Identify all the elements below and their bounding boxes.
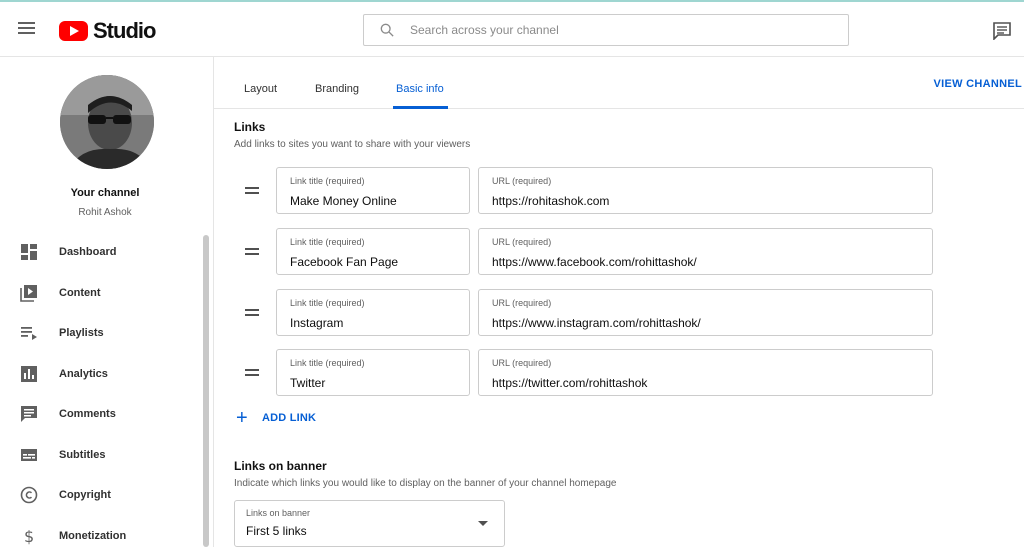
drag-handle-icon[interactable] bbox=[245, 187, 259, 195]
content-icon bbox=[20, 285, 37, 302]
links-on-banner-select[interactable]: Links on banner First 5 links bbox=[234, 500, 505, 547]
sidebar: Your channel Rohit Ashok Dashboard Conte… bbox=[0, 57, 214, 547]
link-url-value: https://www.facebook.com/rohittashok/ bbox=[492, 255, 697, 269]
link-title-value: Twitter bbox=[290, 376, 326, 390]
banner-section-title: Links on banner bbox=[234, 459, 327, 473]
tab-branding[interactable]: Branding bbox=[315, 83, 359, 95]
link-url-value: https://twitter.com/rohittashok bbox=[492, 376, 648, 390]
avatar[interactable] bbox=[60, 75, 154, 169]
sidebar-item-label: Copyright bbox=[59, 489, 111, 501]
link-title-field[interactable]: Link title (required) Twitter bbox=[276, 349, 470, 396]
link-title-field[interactable]: Link title (required) Make Money Online bbox=[276, 167, 470, 214]
search-icon bbox=[380, 23, 394, 37]
search-box[interactable] bbox=[363, 14, 849, 46]
link-title-field[interactable]: Link title (required) Facebook Fan Page bbox=[276, 228, 470, 275]
link-url-field[interactable]: URL (required) https://www.instagram.com… bbox=[478, 289, 933, 336]
sidebar-item-copyright[interactable]: Copyright bbox=[0, 479, 200, 511]
active-tab-indicator bbox=[393, 106, 448, 109]
sidebar-item-label: Dashboard bbox=[59, 246, 117, 258]
field-label: Link title (required) bbox=[290, 237, 365, 247]
search-input[interactable] bbox=[410, 15, 830, 45]
link-url-field[interactable]: URL (required) https://rohitashok.com bbox=[478, 167, 933, 214]
link-url-value: https://rohitashok.com bbox=[492, 194, 610, 208]
links-section-description: Add links to sites you want to share wit… bbox=[234, 139, 471, 150]
svg-text:$: $ bbox=[24, 527, 34, 545]
links-section-title: Links bbox=[234, 120, 266, 134]
link-title-value: Facebook Fan Page bbox=[290, 255, 399, 269]
link-title-value: Instagram bbox=[290, 316, 344, 330]
dropdown-arrow-icon bbox=[478, 521, 488, 526]
add-link-button[interactable]: + ADD LINK bbox=[236, 407, 317, 429]
link-url-field[interactable]: URL (required) https://www.facebook.com/… bbox=[478, 228, 933, 275]
view-channel-button[interactable]: VIEW CHANNEL bbox=[933, 78, 1022, 90]
sidebar-item-label: Subtitles bbox=[59, 449, 106, 461]
sidebar-item-label: Playlists bbox=[59, 327, 104, 339]
tab-bar: Layout Branding Basic info bbox=[214, 57, 1024, 109]
drag-handle-icon[interactable] bbox=[245, 309, 259, 317]
channel-title: Your channel bbox=[70, 187, 140, 199]
add-link-label: ADD LINK bbox=[262, 412, 317, 424]
drag-handle-icon[interactable] bbox=[245, 369, 259, 377]
analytics-icon bbox=[21, 366, 37, 382]
sidebar-item-monetization[interactable]: $ Monetization bbox=[0, 520, 200, 547]
channel-name: Rohit Ashok bbox=[78, 207, 132, 218]
plus-icon: + bbox=[236, 407, 248, 429]
studio-logo[interactable]: Studio bbox=[59, 18, 156, 44]
copyright-icon bbox=[20, 486, 38, 504]
sidebar-item-dashboard[interactable]: Dashboard bbox=[0, 236, 200, 268]
sidebar-item-label: Content bbox=[59, 287, 101, 299]
feedback-icon[interactable] bbox=[992, 22, 1012, 40]
sidebar-item-label: Comments bbox=[59, 408, 116, 420]
field-label: Links on banner bbox=[246, 508, 311, 518]
link-title-value: Make Money Online bbox=[290, 194, 397, 208]
sidebar-item-label: Monetization bbox=[59, 530, 127, 542]
tab-layout[interactable]: Layout bbox=[244, 83, 277, 95]
tab-basic-info[interactable]: Basic info bbox=[396, 83, 444, 95]
drag-handle-icon[interactable] bbox=[245, 248, 259, 256]
link-title-field[interactable]: Link title (required) Instagram bbox=[276, 289, 470, 336]
field-label: Link title (required) bbox=[290, 358, 365, 368]
subtitles-icon bbox=[21, 449, 37, 461]
sidebar-scrollbar[interactable] bbox=[203, 235, 209, 547]
top-header: Studio bbox=[0, 2, 1024, 57]
field-label: URL (required) bbox=[492, 176, 552, 186]
field-label: URL (required) bbox=[492, 237, 552, 247]
banner-section-description: Indicate which links you would like to d… bbox=[234, 478, 617, 489]
sidebar-item-content[interactable]: Content bbox=[0, 277, 200, 309]
link-url-field[interactable]: URL (required) https://twitter.com/rohit… bbox=[478, 349, 933, 396]
sidebar-item-label: Analytics bbox=[59, 368, 108, 380]
field-label: Link title (required) bbox=[290, 298, 365, 308]
field-label: Link title (required) bbox=[290, 176, 365, 186]
sidebar-item-subtitles[interactable]: Subtitles bbox=[0, 439, 200, 471]
playlists-icon bbox=[21, 327, 37, 340]
select-value: First 5 links bbox=[246, 524, 307, 538]
youtube-play-icon bbox=[59, 21, 88, 41]
sidebar-item-playlists[interactable]: Playlists bbox=[0, 317, 200, 349]
sidebar-item-analytics[interactable]: Analytics bbox=[0, 358, 200, 390]
link-url-value: https://www.instagram.com/rohittashok/ bbox=[492, 316, 701, 330]
monetization-icon: $ bbox=[24, 527, 34, 545]
hamburger-menu-button[interactable] bbox=[18, 20, 38, 38]
logo-text: Studio bbox=[93, 18, 156, 43]
sidebar-item-comments[interactable]: Comments bbox=[0, 398, 200, 430]
comments-icon bbox=[21, 406, 37, 422]
field-label: URL (required) bbox=[492, 358, 552, 368]
dashboard-icon bbox=[21, 244, 37, 260]
field-label: URL (required) bbox=[492, 298, 552, 308]
